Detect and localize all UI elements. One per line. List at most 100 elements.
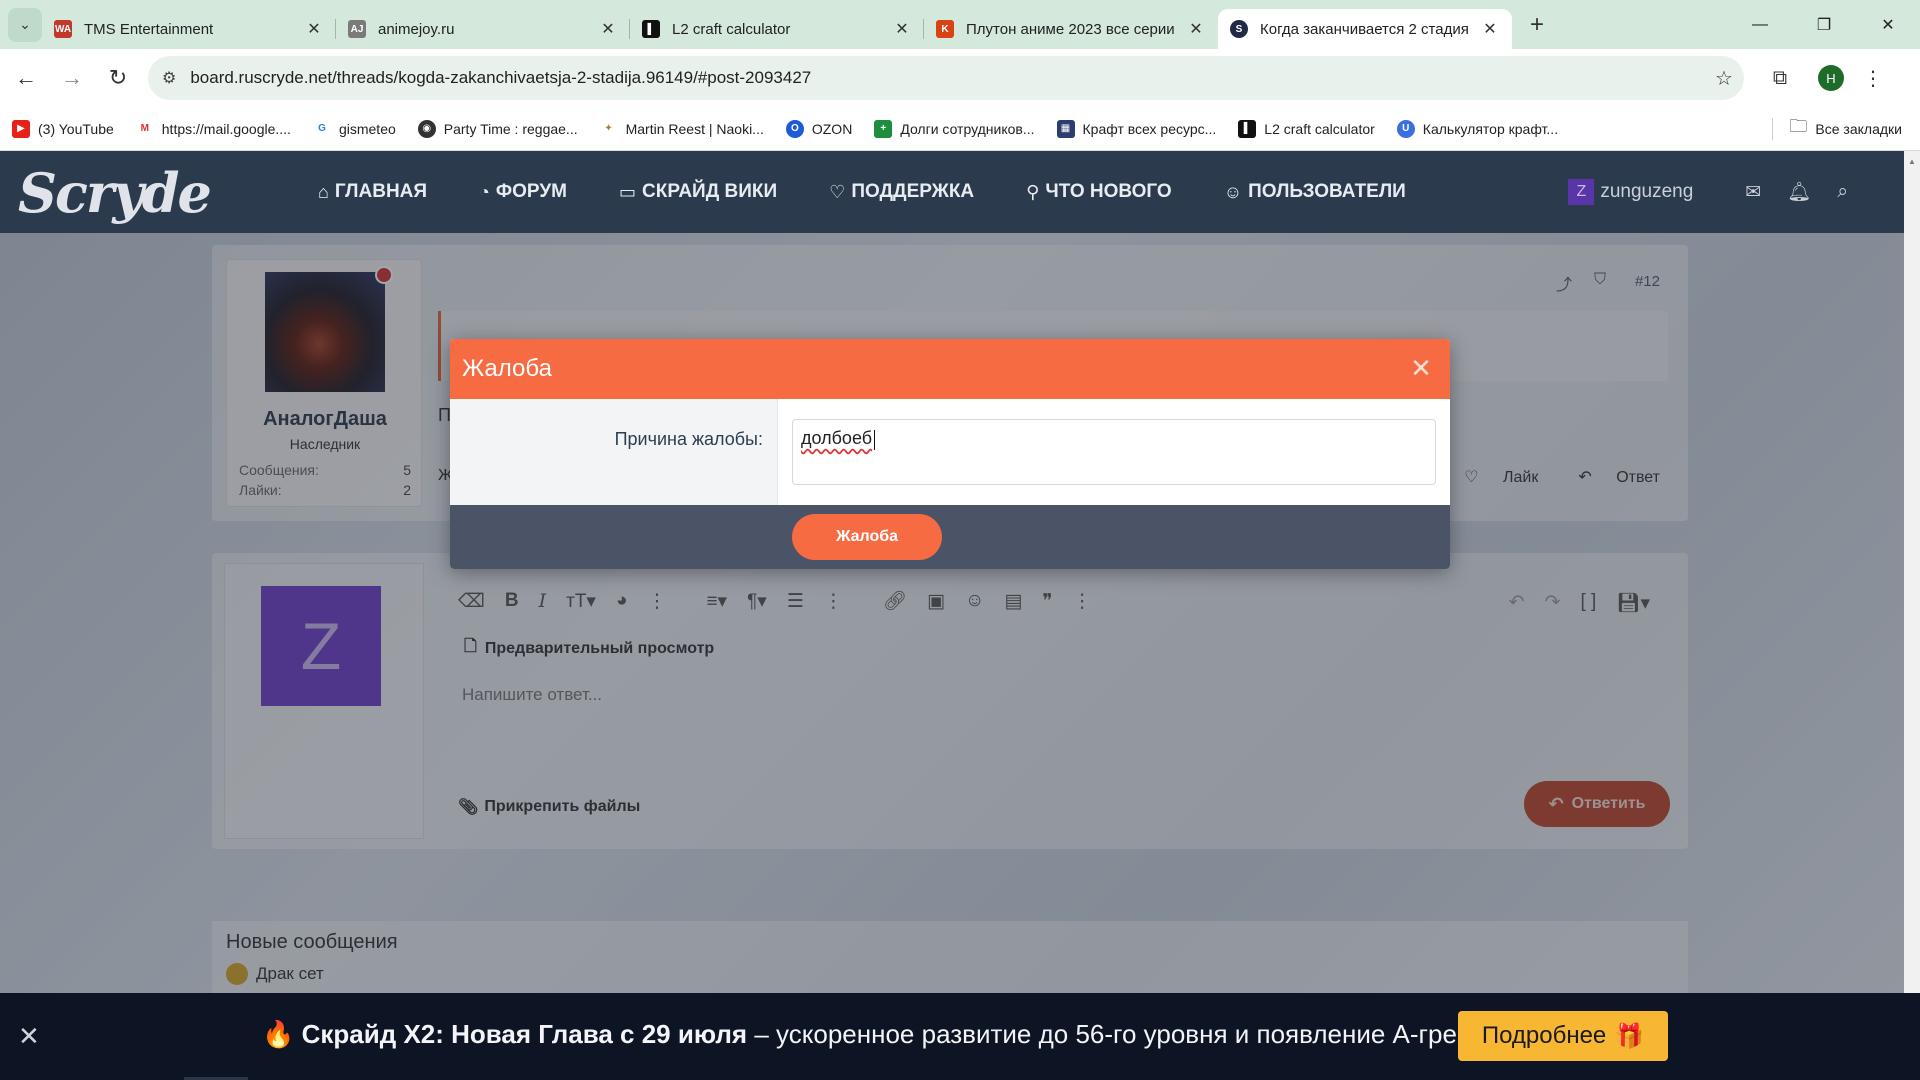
bookmark-party-time[interactable]: ◉ Party Time : reggae... [417,119,578,138]
reason-textarea[interactable]: долбоеб [792,419,1436,485]
modal-label-column: Причина жалобы: [450,399,778,505]
report-modal: Жалоба ✕ Причина жалобы: долбоеб Жалоба [450,339,1450,569]
close-icon[interactable]: ✕ [598,19,618,39]
site-settings-icon[interactable]: ⚙ [162,68,176,88]
page-viewport: Scryde ⌂ ГЛАВНАЯ ◔ ФОРУМ ▭ СКРАЙД ВИКИ ♡ ПОД… [0,151,1904,993]
restore-button[interactable]: ❐ [1792,0,1856,49]
bookmark-l2-calc[interactable]: ▌ L2 craft calculator [1238,119,1375,138]
martin-icon: ✦ [599,119,618,138]
chevron-down-icon: ⌄ [19,16,31,32]
close-icon[interactable]: ✕ [1480,19,1500,39]
browser-tab-l2[interactable]: ▌ L2 craft calculator ✕ [630,9,924,49]
nav-wiki[interactable]: ▭ СКРАЙД ВИКИ [619,181,777,203]
tab-title: Когда заканчивается 2 стадия [1260,20,1469,38]
search-icon[interactable]: ⌕ [1837,181,1848,203]
tab-title: TMS Entertainment [84,20,214,38]
gmail-icon: M [135,119,154,138]
promo-text: 🔥 Скрайд Х2: Новая Глава с 29 июля – уск… [262,1019,1501,1050]
user-avatar[interactable]: Z [1568,179,1595,205]
modal-header: Жалоба [450,339,1450,399]
site-logo[interactable]: Scryde [18,161,212,225]
plus-icon: + [1529,10,1544,38]
l2-bookmark-icon: ▌ [1238,119,1257,138]
back-button[interactable]: ← [6,58,46,98]
browser-tab-scryde-active[interactable]: S Когда заканчивается 2 стадия ✕ [1218,9,1512,49]
nav-forum[interactable]: ◔ ФОРУМ [479,181,567,203]
close-icon[interactable]: ✕ [1186,19,1206,39]
reason-value: долбоеб [801,428,873,448]
scryde-favicon: S [1230,20,1248,38]
forward-button[interactable]: → [52,58,92,98]
tms-favicon: WA [54,20,72,38]
extensions-icon[interactable]: ⧉ [1760,58,1800,98]
sheets-icon: + [874,119,893,138]
minimize-button[interactable]: — [1728,0,1792,49]
promo-more-button[interactable]: Подробнее 🎁 [1458,1011,1668,1061]
wiki-icon: ▭ [619,181,637,202]
l2-favicon: ▌ [642,20,660,38]
arrow-left-icon: ← [15,65,37,90]
browser-menu-icon[interactable]: ⋮ [1858,66,1888,91]
window-close-button[interactable]: ✕ [1856,0,1920,49]
bookmark-craft-calc[interactable]: U Калькулятор крафт... [1396,119,1558,138]
browser-tab-pluton[interactable]: K Плутон аниме 2023 все серии ✕ [924,9,1218,49]
window-controls: — ❐ ✕ [1728,0,1920,49]
bell-icon[interactable]: 🔔︎ [1787,180,1811,204]
bookmark-debts[interactable]: + Долги сотрудников... [874,119,1035,138]
new-icon: ⚲ [1026,181,1040,202]
tab-title: Плутон аниме 2023 все серии [966,20,1175,38]
url-text[interactable]: board.ruscryde.net/threads/kogda-zakanch… [190,68,1704,88]
bookmark-gismeteo[interactable]: Ggismeteo [312,119,396,138]
new-tab-button[interactable]: + [1520,8,1554,42]
report-submit-button[interactable]: Жалоба [792,514,942,560]
bookmark-gmail[interactable]: Mhttps://mail.google.... [135,119,291,138]
folder-icon: 🗀 [1789,115,1808,136]
reason-label: Причина жалобы: [614,429,763,449]
promo-highlight: Скрайд Х2: Новая Глава с 29 июля [301,1019,748,1049]
close-icon[interactable]: ✕ [304,19,324,39]
bookmark-martin-reest[interactable]: ✦ Martin Reest | Naoki... [599,119,764,138]
bookmark-star-icon[interactable]: ☆ [1704,66,1744,91]
nav-support[interactable]: ♡ ПОДДЕРЖКА [829,181,974,203]
ozon-icon: O [785,119,804,138]
profile-avatar[interactable]: H [1818,65,1844,91]
close-icon[interactable]: ✕ [1406,353,1436,383]
omnibox[interactable]: ⚙ board.ruscryde.net/threads/kogda-zakan… [148,56,1744,100]
reload-button[interactable]: ↻ [98,58,138,98]
page-scrollbar[interactable]: ▲ [1904,151,1920,993]
browser-tab-tms[interactable]: WA TMS Entertainment ✕ [42,9,336,49]
craft-icon: ▦ [1056,119,1075,138]
bookmark-youtube[interactable]: ▶ (3) YouTube [12,119,114,138]
modal-body: Причина жалобы: долбоеб [450,399,1450,505]
all-bookmarks[interactable]: 🗀 Все закладки [1789,114,1902,144]
mail-icon[interactable]: ✉ [1745,181,1761,204]
gismeteo-icon: G [312,119,331,138]
nav-whats-new[interactable]: ⚲ ЧТО НОВОГО [1026,181,1172,203]
nav-home[interactable]: ⌂ ГЛАВНАЯ [318,181,427,203]
reload-icon: ↻ [108,65,128,90]
calc-icon: U [1396,119,1415,138]
support-icon: ♡ [829,181,846,202]
site-nav: ⌂ ГЛАВНАЯ ◔ ФОРУМ ▭ СКРАЙД ВИКИ ♡ ПОДДЕРЖКА … [318,151,1458,233]
nav-users[interactable]: ☺ ПОЛЬЗОВАТЕЛИ [1224,181,1406,203]
bookmark-ozon[interactable]: O OZON [785,119,852,138]
fire-icon: 🔥 [262,1019,295,1049]
arrow-right-icon: → [61,65,83,90]
bookmark-craft[interactable]: ▦ Крафт всех ресурс... [1056,119,1216,138]
user-name[interactable]: zunguzeng [1600,181,1693,203]
tab-search-button[interactable]: ⌄ [8,7,42,42]
forum-icon: ◔ [479,181,490,202]
youtube-icon: ▶ [12,119,30,138]
tab-title: L2 craft calculator [672,20,791,38]
users-icon: ☺ [1223,181,1243,202]
close-icon[interactable]: ✕ [892,19,912,39]
address-bar-row: ← → ↻ ⚙ board.ruscryde.net/threads/kogda… [0,49,1920,107]
close-icon[interactable]: ✕ [18,1021,40,1052]
gift-icon: 🎁 [1614,1022,1645,1050]
promo-rest: – ускоренное развитие до 56-го уровня и … [747,1019,1502,1049]
tab-title: animejoy.ru [378,20,455,38]
browser-tab-animejoy[interactable]: AJ animejoy.ru ✕ [336,9,630,49]
scroll-up-icon[interactable]: ▲ [1908,157,1916,166]
party-icon: ◉ [417,119,436,138]
bookmarks-bar: ▶ (3) YouTube Mhttps://mail.google.... Gg… [0,107,1920,151]
